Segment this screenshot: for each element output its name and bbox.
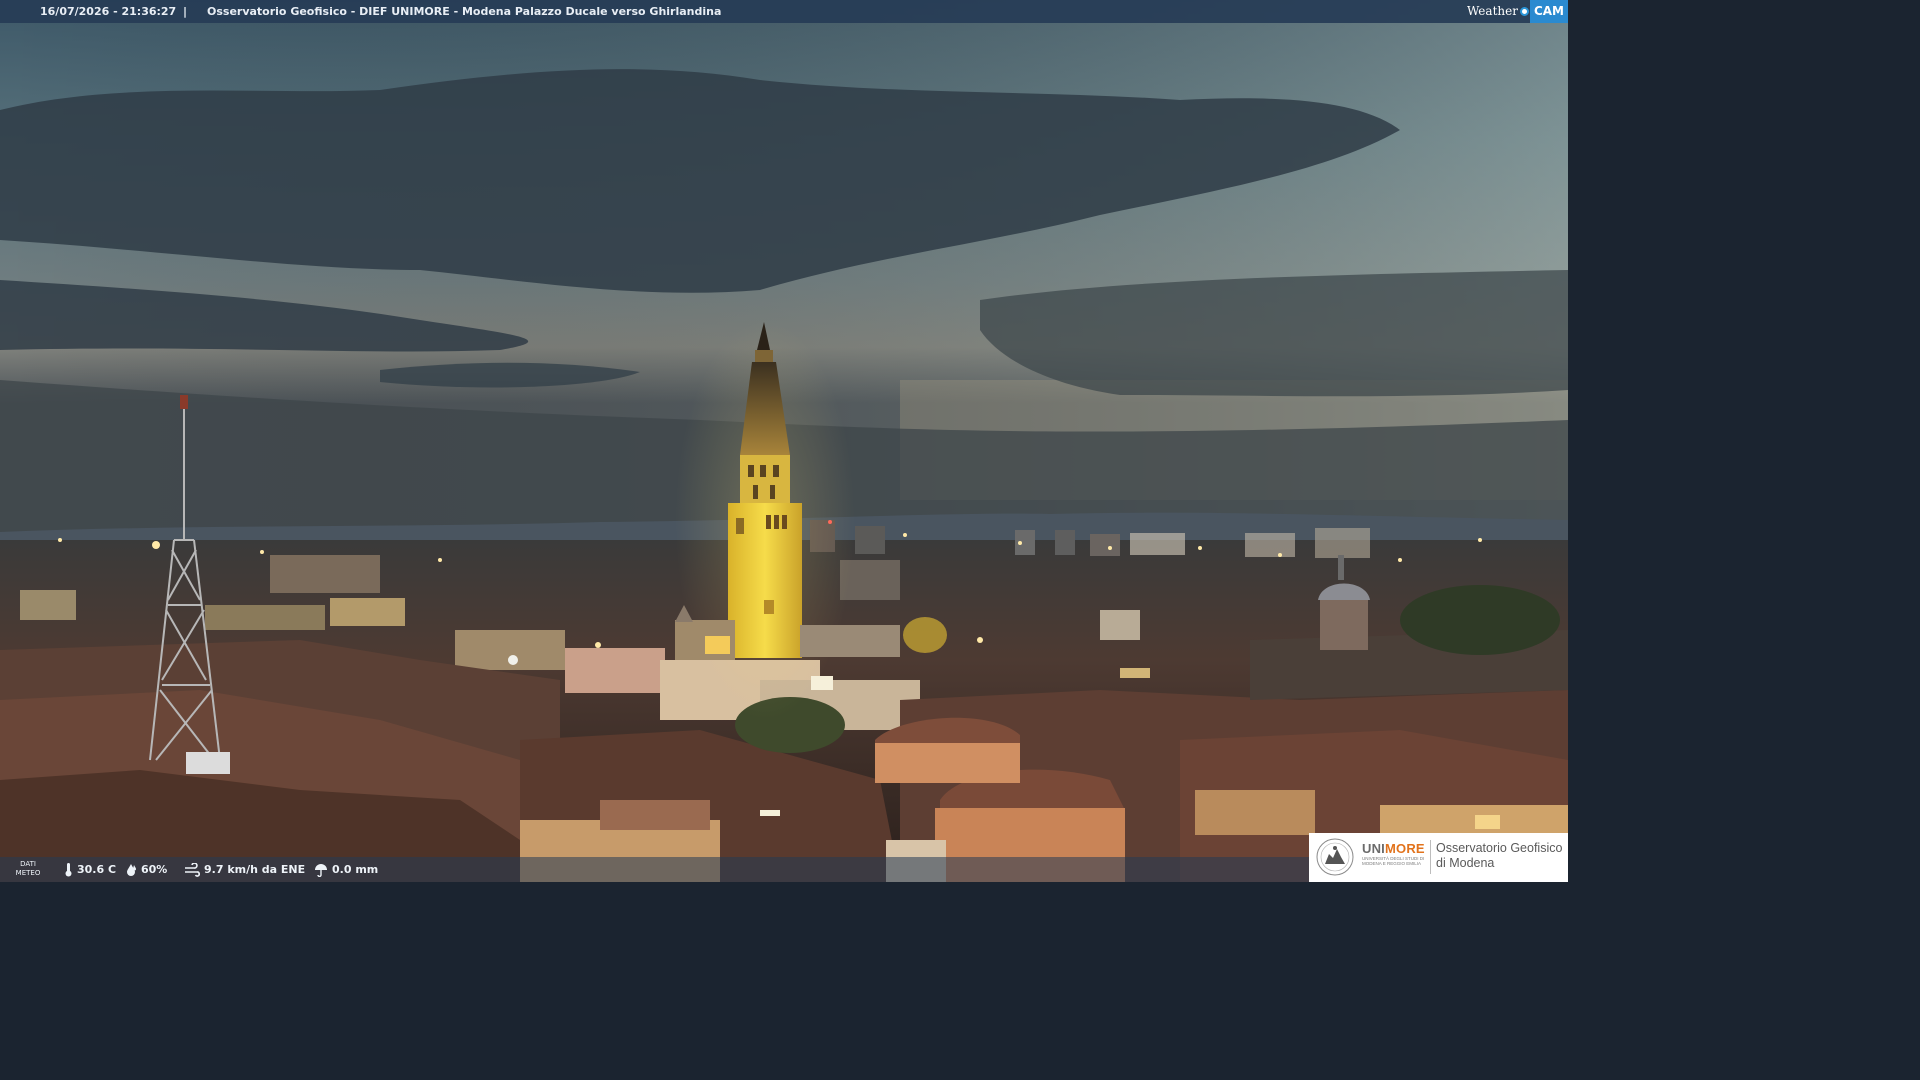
- unimore-wordmark: UNIMORE: [1362, 841, 1425, 856]
- university-subtitle: UNIVERSITÀ DEGLI STUDI DI MODENA E REGGI…: [1362, 856, 1432, 866]
- wind-value: 9.7 km/h da ENE: [204, 863, 306, 876]
- drop-icon: [125, 863, 137, 876]
- wordmark-uni: UNI: [1362, 841, 1385, 856]
- umbrella-icon: [314, 863, 328, 877]
- dati-label-line2: METEO: [15, 869, 41, 877]
- unimore-logo: UNIMORE UNIVERSITÀ DEGLI STUDI DI MODENA…: [1309, 833, 1568, 882]
- caption-separator: |: [183, 5, 188, 18]
- caption-bar: 16/07/2026 - 21:36:27 | Osservatorio Geo…: [0, 0, 1568, 23]
- dati-meteo-label: DATI METEO: [14, 860, 42, 878]
- timestamp: 16/07/2026 - 21:36:27: [40, 5, 177, 18]
- dati-label-line1: DATI: [20, 860, 36, 868]
- webcam-photo: [0, 0, 1568, 882]
- observatory-name: Osservatorio Geofisico di Modena: [1436, 841, 1562, 871]
- wind-reading: 9.7 km/h da ENE: [184, 857, 305, 882]
- temperature-value: 30.6 C: [77, 863, 117, 876]
- thermometer-icon: [64, 862, 73, 877]
- webcam-frame: 16/07/2026 - 21:36:27 | Osservatorio Geo…: [0, 0, 1568, 882]
- temperature-reading: 30.6 C: [64, 857, 116, 882]
- weathercam-logo: Weather CAM: [1467, 0, 1568, 23]
- brand-weather-text: Weather: [1466, 4, 1518, 18]
- camera-lens-icon: [1519, 7, 1529, 16]
- university-seal-icon: [1316, 838, 1354, 876]
- brand-cam-text: CAM: [1529, 0, 1568, 23]
- logo-divider: [1430, 840, 1431, 874]
- camera-title: Osservatorio Geofisico - DIEF UNIMORE - …: [207, 5, 722, 18]
- humidity-reading: 60%: [125, 857, 167, 882]
- university-subtitle-line2: MODENA E REGGIO EMILIA: [1362, 861, 1422, 866]
- rain-reading: 0.0 mm: [314, 857, 378, 882]
- humidity-value: 60%: [141, 863, 168, 876]
- wind-icon: [184, 862, 200, 877]
- wordmark-more: MORE: [1385, 841, 1425, 856]
- observatory-name-line1: Osservatorio Geofisico: [1436, 841, 1563, 855]
- rain-value: 0.0 mm: [332, 863, 379, 876]
- observatory-name-line2: di Modena: [1436, 856, 1495, 870]
